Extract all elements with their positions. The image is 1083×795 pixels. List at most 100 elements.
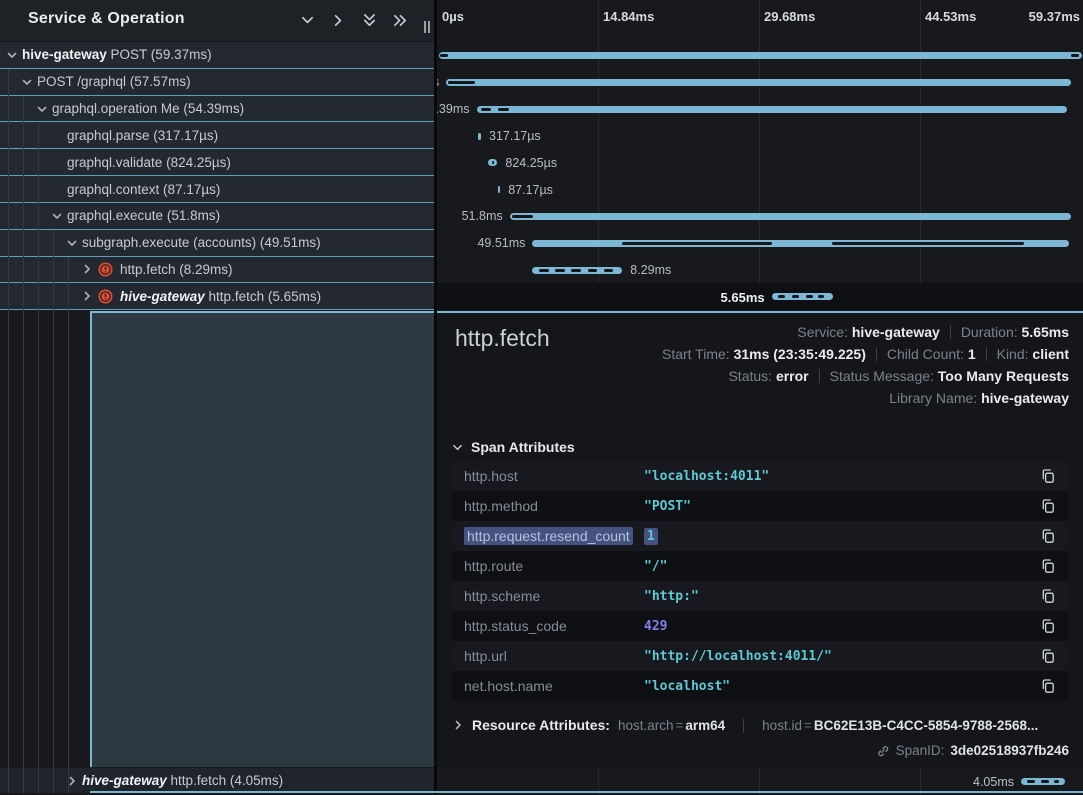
copy-icon bbox=[1040, 558, 1056, 574]
panel-resize-handle[interactable] bbox=[423, 21, 431, 33]
meta-value: 31ms (23:35:49.225) bbox=[734, 346, 866, 362]
self-time-segment bbox=[440, 54, 449, 57]
span-detail-panel: http.fetch Service: hive-gatewayDuration… bbox=[437, 311, 1083, 768]
chevron-down-icon bbox=[51, 210, 63, 222]
expandd-chevron[interactable] bbox=[66, 237, 78, 249]
error-icon bbox=[98, 262, 113, 277]
attribute-row: http.request.resend_count 1 bbox=[452, 521, 1068, 551]
copy-button[interactable] bbox=[1038, 498, 1056, 514]
self-time-segment bbox=[512, 215, 533, 218]
double-chevron-down-icon bbox=[362, 13, 377, 28]
attribute-key: http.host bbox=[464, 468, 644, 484]
copy-button[interactable] bbox=[1038, 678, 1056, 694]
tree-row[interactable]: graphql.execute (51.8ms) bbox=[0, 203, 434, 230]
timeline-bar[interactable] bbox=[446, 79, 1071, 86]
span-id-label: SpanID: bbox=[896, 743, 945, 758]
expandd-chevron[interactable] bbox=[36, 103, 48, 115]
span-meta: Service: hive-gatewayDuration: 5.65msSta… bbox=[662, 321, 1069, 409]
copy-button[interactable] bbox=[1038, 618, 1056, 634]
attribute-row: http.host "localhost:4011" bbox=[452, 461, 1068, 491]
meta-line: Service: hive-gatewayDuration: 5.65ms bbox=[662, 321, 1069, 343]
bottom-row-border bbox=[90, 791, 1083, 793]
attribute-row: http.status_code 429 bbox=[452, 611, 1068, 641]
attribute-value: "localhost:4011" bbox=[644, 469, 1038, 484]
indent-guide bbox=[8, 69, 9, 793]
chevron-right-button[interactable] bbox=[329, 11, 347, 29]
tree-row[interactable]: hive-gateway http.fetch (5.65ms) bbox=[0, 283, 434, 310]
copy-button[interactable] bbox=[1038, 468, 1056, 484]
collapsed-chevron[interactable] bbox=[452, 719, 464, 731]
tree-row[interactable]: graphql.operation Me (54.39ms) bbox=[0, 96, 434, 123]
attribute-row: http.scheme "http:" bbox=[452, 581, 1068, 611]
copy-icon bbox=[1040, 618, 1056, 634]
collapsed-chevron[interactable] bbox=[81, 263, 93, 275]
attribute-row: net.host.name "localhost" bbox=[452, 671, 1068, 701]
span-attributes-table: http.host "localhost:4011" http.method "… bbox=[452, 461, 1068, 701]
span-attributes-header[interactable]: Span Attributes bbox=[452, 439, 575, 455]
duration-label: 49.51ms bbox=[477, 236, 525, 250]
chevron-down-icon bbox=[452, 442, 463, 453]
double-chevron-down-button[interactable] bbox=[360, 11, 378, 29]
timeline-bar[interactable] bbox=[439, 52, 1082, 59]
copy-button[interactable] bbox=[1038, 648, 1056, 664]
tree-row[interactable]: hive-gateway http.fetch (4.05ms) bbox=[0, 768, 434, 793]
timeline-body: 59.37ms57.57ms54.39ms317.17µs824.25µs87.… bbox=[437, 42, 1083, 310]
error-icon bbox=[98, 289, 113, 304]
copy-button[interactable] bbox=[1038, 588, 1056, 604]
trace-viewer: 0µs14.84ms29.68ms44.53ms59.37ms Service … bbox=[0, 0, 1083, 795]
attribute-row: http.route "/" bbox=[452, 551, 1068, 581]
timeline-bottom-row: 4.05ms bbox=[437, 768, 1083, 793]
meta-label: Duration: 5.65ms bbox=[961, 324, 1069, 340]
self-time-segment bbox=[1071, 54, 1079, 57]
tree-row[interactable]: POST /graphql (57.57ms) bbox=[0, 69, 434, 96]
duration-label: 4.05ms bbox=[973, 775, 1014, 789]
meta-label: Start Time: 31ms (23:35:49.225) bbox=[662, 346, 866, 362]
self-time-segment bbox=[832, 242, 1024, 245]
tree-row[interactable]: graphql.parse (317.17µs) bbox=[0, 122, 434, 149]
tree-row[interactable]: graphql.validate (824.25µs) bbox=[0, 149, 434, 176]
span-attributes-title: Span Attributes bbox=[471, 439, 575, 455]
attribute-value: "localhost" bbox=[644, 679, 1038, 694]
copy-button[interactable] bbox=[1038, 528, 1056, 544]
duration-label: 57.57ms bbox=[437, 75, 439, 89]
resource-attributes-row[interactable]: Resource Attributes:host.arch=arm64host.… bbox=[452, 712, 1068, 738]
self-time-segment bbox=[481, 108, 491, 111]
duration-label: 8.29ms bbox=[630, 263, 671, 277]
expandd-chevron[interactable] bbox=[21, 76, 33, 88]
collapsed-chevron[interactable] bbox=[81, 290, 93, 302]
timeline-bar[interactable] bbox=[478, 133, 481, 140]
meta-label: Child Count: 1 bbox=[887, 346, 976, 362]
copy-button[interactable] bbox=[1038, 558, 1056, 574]
meta-value: hive-gateway bbox=[852, 324, 940, 340]
double-chevron-right-icon bbox=[393, 13, 408, 28]
expandd-chevron[interactable] bbox=[6, 49, 18, 61]
timeline-tick: 0µs bbox=[442, 9, 464, 24]
chevron-down-icon bbox=[6, 49, 18, 61]
tree-header: Service & Operation bbox=[0, 0, 437, 41]
timeline-tick: 59.37ms bbox=[1029, 9, 1080, 24]
chevron-down-button[interactable] bbox=[298, 11, 316, 29]
resource-attribute: host.arch=arm64 bbox=[618, 718, 725, 733]
tree-row[interactable]: hive-gateway POST (59.37ms) bbox=[0, 42, 434, 69]
tree-row[interactable]: subgraph.execute (accounts) (49.51ms) bbox=[0, 230, 434, 257]
meta-value: Too Many Requests bbox=[938, 368, 1069, 384]
attribute-value: "/" bbox=[644, 559, 1038, 574]
meta-value: 5.65ms bbox=[1022, 324, 1069, 340]
tree-row[interactable]: graphql.context (87.17µs) bbox=[0, 176, 434, 203]
meta-value: client bbox=[1032, 346, 1069, 362]
chevron-right-icon bbox=[81, 263, 93, 275]
meta-label: Status: error bbox=[728, 368, 808, 384]
tree-row[interactable]: http.fetch (8.29ms) bbox=[0, 257, 434, 284]
double-chevron-right-button[interactable] bbox=[391, 11, 409, 29]
timeline-bar[interactable] bbox=[477, 106, 1067, 113]
copy-icon bbox=[1040, 498, 1056, 514]
self-time-segment bbox=[588, 269, 598, 272]
timeline-bar[interactable] bbox=[498, 186, 500, 193]
timeline-tick: 14.84ms bbox=[603, 9, 654, 24]
duration-label: 51.8ms bbox=[462, 209, 503, 223]
timeline-bar[interactable] bbox=[510, 213, 1072, 220]
copy-icon bbox=[1040, 678, 1056, 694]
copy-icon bbox=[1040, 648, 1056, 664]
attribute-value: "http:" bbox=[644, 589, 1038, 604]
expandd-chevron[interactable] bbox=[51, 210, 63, 222]
